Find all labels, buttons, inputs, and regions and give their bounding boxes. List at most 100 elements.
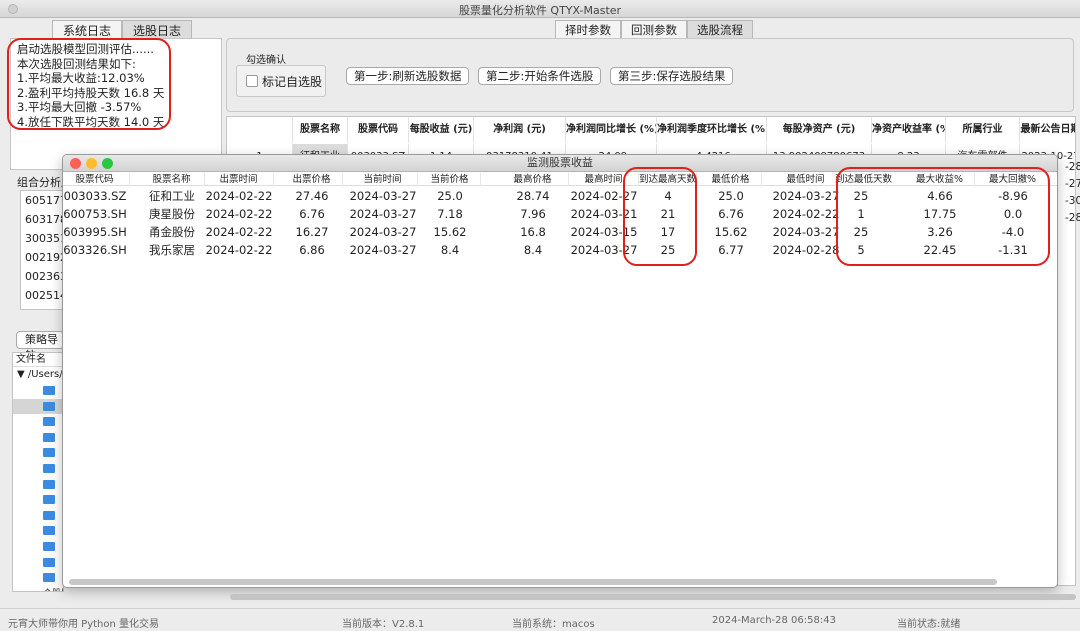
folder-icon bbox=[43, 401, 55, 411]
monitor-header-cell[interactable]: 股票代码 bbox=[63, 173, 130, 186]
table-cell: 25.0 bbox=[437, 189, 463, 203]
list-item[interactable]: 002363 bbox=[21, 267, 65, 286]
minimize-icon[interactable] bbox=[86, 158, 97, 169]
table-cell: 2024-02-22 bbox=[772, 207, 840, 221]
file-root[interactable]: ▼ /Users/ bbox=[13, 367, 63, 383]
mark-watchlist-checkbox[interactable] bbox=[246, 75, 258, 87]
table-cell: 15.62 bbox=[433, 225, 467, 239]
file-list-item[interactable] bbox=[13, 570, 63, 586]
list-item[interactable]: 002514 bbox=[21, 286, 65, 305]
monitor-header-cell[interactable]: 出票价格 bbox=[281, 173, 343, 186]
table-cell: 7.18 bbox=[437, 207, 463, 221]
list-item[interactable]: 603178 bbox=[21, 210, 65, 229]
table-cell: 2024-03-27 bbox=[772, 189, 840, 203]
monitor-window-title-text: 监测股票收益 bbox=[527, 156, 593, 169]
step1-refresh-button[interactable]: 第一步:刷新选股数据 bbox=[346, 67, 470, 85]
close-icon[interactable] bbox=[70, 158, 81, 169]
file-list-item[interactable] bbox=[13, 445, 63, 461]
list-item[interactable]: 300351 bbox=[21, 229, 65, 248]
file-list-item[interactable] bbox=[13, 383, 63, 399]
table-cell: 28.74 bbox=[516, 189, 550, 203]
file-list-item[interactable] bbox=[13, 539, 63, 555]
step2-start-button[interactable]: 第二步:开始条件选股 bbox=[478, 67, 602, 85]
table-cell: 征和工业 bbox=[149, 189, 195, 203]
tab-timing-params[interactable]: 择时参数 bbox=[555, 20, 621, 40]
file-list-item[interactable] bbox=[13, 414, 63, 430]
highlight-oval-min-stats bbox=[836, 167, 1050, 266]
right-tab-bar: 择时参数 回测参数 选股流程 bbox=[555, 20, 753, 40]
monitor-header-cell[interactable]: 最低价格 bbox=[700, 173, 762, 186]
file-list-item[interactable] bbox=[13, 477, 63, 493]
strategy-nav-button[interactable]: 策略导航 bbox=[16, 331, 64, 362]
table-header-cell[interactable]: 每股净资产 (元) bbox=[767, 117, 872, 143]
table-header-cell[interactable]: 股票代码 bbox=[348, 117, 409, 143]
status-datetime: 2024-March-28 06:58:43 bbox=[712, 615, 836, 626]
monitor-header-cell[interactable]: 最低时间 bbox=[771, 173, 841, 186]
list-item[interactable]: 605177 bbox=[21, 191, 65, 210]
table-cell: 甬金股份 bbox=[149, 225, 195, 239]
highlight-oval-max-days bbox=[623, 167, 697, 266]
monitor-header-cell[interactable]: 股票名称 bbox=[139, 173, 205, 186]
side-value: -28 bbox=[1065, 212, 1080, 224]
file-browser[interactable]: 文件名 ▼ /Users/ 个股历史HTS_Top_10分钟结果2024 bbox=[12, 352, 64, 592]
window-title-bar: 股票量化分析软件 QTYX-Master bbox=[0, 0, 1080, 18]
confirm-label: 勾选确认 bbox=[246, 55, 286, 66]
table-header-cell[interactable]: 最新公告日期 bbox=[1020, 117, 1076, 143]
list-item[interactable]: 002192 bbox=[21, 248, 65, 267]
mark-watchlist-label: 标记自选股 bbox=[262, 75, 323, 89]
file-list-item[interactable] bbox=[13, 555, 63, 571]
side-value: -28 bbox=[1065, 161, 1080, 173]
status-state: 当前状态:就绪 bbox=[897, 619, 961, 630]
main-horizontal-scrollbar[interactable] bbox=[230, 594, 1076, 600]
status-bar: 元宵大师带你用 Python 量化交易 当前版本：V2.8.1 当前系统：mac… bbox=[0, 608, 1080, 631]
file-list-item[interactable] bbox=[13, 523, 63, 539]
horizontal-scrollbar[interactable] bbox=[69, 579, 997, 585]
folder-icon bbox=[43, 432, 55, 442]
table-cell: 2024-03-27 bbox=[349, 207, 417, 221]
maximize-icon[interactable] bbox=[102, 158, 113, 169]
table-header-cell[interactable]: 每股收益 (元) bbox=[409, 117, 474, 143]
folder-icon bbox=[43, 541, 55, 551]
table-header-cell[interactable]: 净利润 (元) bbox=[474, 117, 566, 143]
table-cell: 603326.SH bbox=[63, 243, 127, 257]
table-header-cell[interactable]: 股票名称 bbox=[293, 117, 348, 143]
table-header-cell bbox=[227, 117, 293, 143]
table-cell: 603995.SH bbox=[63, 225, 127, 239]
file-list-item[interactable]: 个股历史HTS_Top_10分钟结果2024 bbox=[13, 586, 63, 591]
window-title: 股票量化分析软件 QTYX-Master bbox=[458, 4, 622, 17]
file-list-item[interactable] bbox=[13, 461, 63, 477]
table-cell: 003033.SZ bbox=[63, 189, 127, 203]
monitor-header-cell[interactable]: 出票时间 bbox=[204, 173, 274, 186]
status-version: 当前版本：V2.8.1 bbox=[342, 619, 425, 630]
folder-icon bbox=[43, 479, 55, 489]
file-list-item[interactable] bbox=[13, 508, 63, 524]
table-header-cell[interactable]: 净利润季度环比增长 (%) bbox=[657, 117, 767, 143]
combo-stock-list[interactable]: 605177 603178 300351 002192 002363 00251… bbox=[20, 190, 66, 310]
file-list-item[interactable] bbox=[13, 430, 63, 446]
table-cell: 16.8 bbox=[520, 225, 546, 239]
step3-save-button[interactable]: 第三步:保存选股结果 bbox=[610, 67, 734, 85]
file-name-header: 文件名 bbox=[13, 353, 63, 367]
table-header-cell[interactable]: 净利润同比增长 (%) bbox=[566, 117, 657, 143]
table-cell: 2024-03-27 bbox=[349, 243, 417, 257]
file-list-item[interactable] bbox=[13, 492, 63, 508]
table-cell: 15.62 bbox=[714, 225, 748, 239]
folder-icon bbox=[43, 495, 55, 505]
table-cell: 2024-03-27 bbox=[349, 189, 417, 203]
table-cell: 7.96 bbox=[520, 207, 546, 221]
folder-icon bbox=[43, 386, 55, 395]
folder-icon bbox=[43, 573, 55, 583]
table-header-cell[interactable]: 所属行业 bbox=[946, 117, 1020, 143]
table-header-cell[interactable]: 净资产收益率 (%) bbox=[872, 117, 946, 143]
list-item[interactable]: 002792 bbox=[21, 305, 65, 309]
folder-icon bbox=[43, 448, 55, 458]
monitor-header-cell[interactable]: 最高价格 bbox=[497, 173, 569, 186]
tab-backtest-params[interactable]: 回测参数 bbox=[621, 20, 687, 40]
table-cell: 25.0 bbox=[718, 189, 744, 203]
monitor-header-cell[interactable]: 当前价格 bbox=[419, 173, 481, 186]
tab-select-flow[interactable]: 选股流程 bbox=[687, 20, 753, 40]
file-list-item[interactable] bbox=[13, 398, 63, 415]
folder-icon bbox=[43, 463, 55, 473]
table-cell: 6.76 bbox=[718, 207, 744, 221]
monitor-header-cell[interactable]: 当前时间 bbox=[348, 173, 418, 186]
